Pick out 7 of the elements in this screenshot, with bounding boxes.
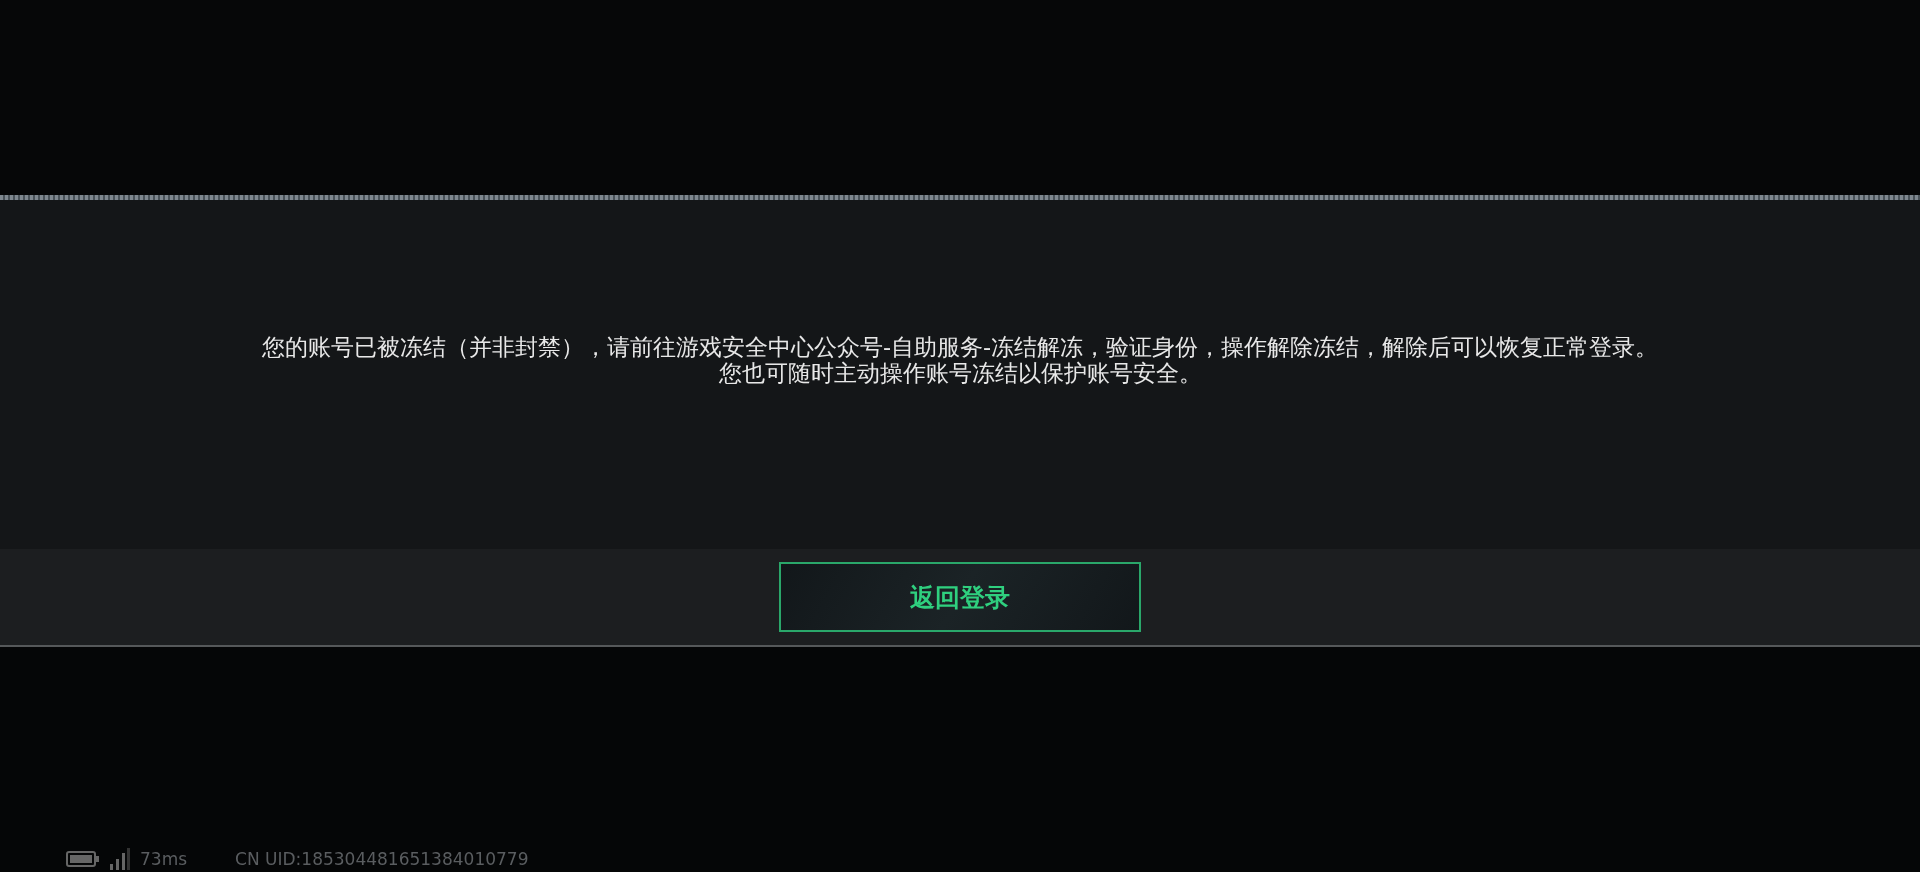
message-text: 您的账号已被冻结（并非封禁），请前往游戏安全中心公众号-自助服务-冻结解冻，验证身份，操作解除冻结，解除后可以恢复正常登录。 (261, 333, 1659, 360)
battery-icon (66, 851, 100, 867)
signal-icon (110, 848, 130, 870)
message-text: 您也可随时主动操作账号冻结以保护账号安全。 (717, 359, 1203, 386)
uid-text: CN UID:185304481651384010779 (235, 849, 529, 869)
return-login-button[interactable]: 返回登录 (779, 562, 1141, 632)
ping-text: 73ms (140, 849, 188, 869)
